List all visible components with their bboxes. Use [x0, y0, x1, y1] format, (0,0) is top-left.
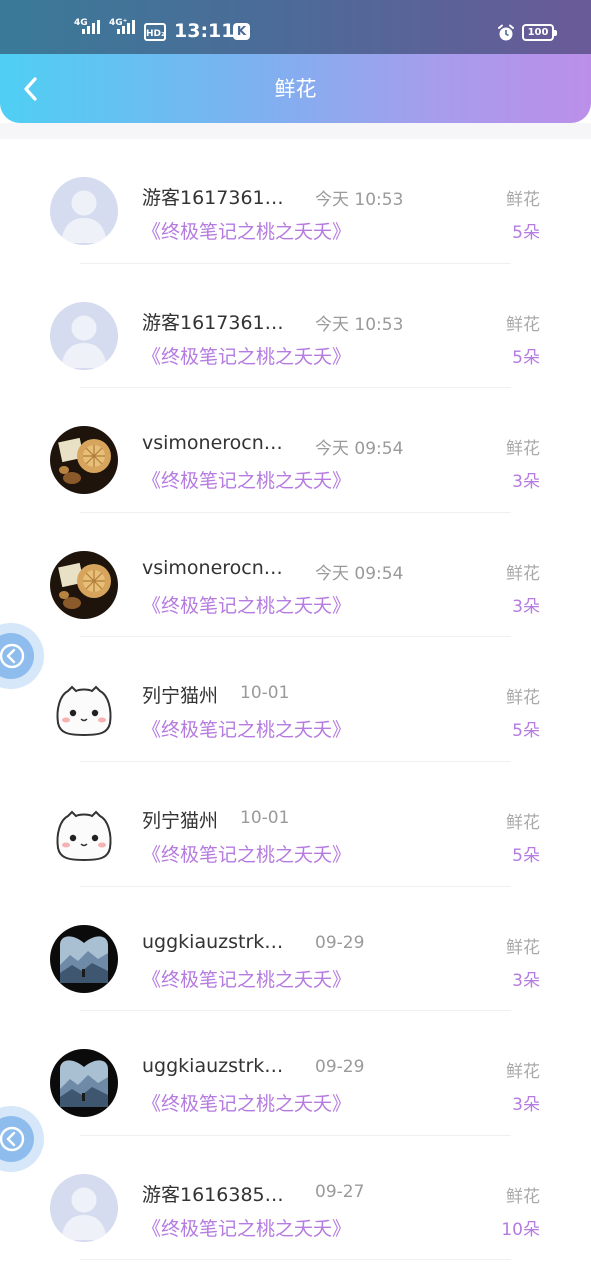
flower-record-row[interactable]: 游客1617361… 今天 10:53 《终极笔记之桃之夭夭》 鲜花 5朵 — [0, 139, 591, 264]
gift-count: 5朵 — [512, 347, 540, 368]
user-avatar[interactable] — [50, 924, 118, 993]
user-name[interactable]: uggkiauzstrk… — [142, 931, 283, 953]
user-avatar[interactable] — [50, 301, 118, 370]
page-title: 鲜花 — [274, 77, 317, 101]
gift-time: 今天 10:53 — [315, 314, 404, 335]
flower-record-row[interactable]: uggkiauzstrk… 09-29 《终极笔记之桃之夭夭》 鲜花 3朵 — [0, 1011, 591, 1136]
user-name[interactable]: 游客1617361… — [142, 308, 284, 335]
gift-time: 今天 09:54 — [315, 439, 404, 460]
collapse-left-icon — [0, 1126, 25, 1152]
user-avatar[interactable] — [50, 177, 118, 245]
book-title-link[interactable]: 《终极笔记之桃之夭夭》 — [142, 715, 351, 742]
gift-count: 5朵 — [512, 223, 540, 243]
status-time: 13:11 — [174, 20, 235, 42]
book-title-link[interactable]: 《终极笔记之桃之夭夭》 — [142, 342, 351, 369]
book-title-link[interactable]: 《终极笔记之桃之夭夭》 — [142, 840, 351, 867]
flower-record-row[interactable]: 游客1617361… 今天 10:53 《终极笔记之桃之夭夭》 鲜花 5朵 — [0, 264, 591, 389]
alarm-icon — [498, 24, 514, 41]
gift-count: 3朵 — [512, 596, 540, 617]
status-bar: 4G 4G⁺ HD₂ 13:11 K 100 — [0, 0, 591, 54]
top-header: 4G 4G⁺ HD₂ 13:11 K 100 鲜花 — [0, 0, 591, 123]
gift-count: 5朵 — [512, 845, 540, 866]
gift-time: 09-29 — [315, 932, 365, 953]
battery-icon: 100 — [522, 24, 557, 41]
user-name[interactable]: 列宁猫州 — [142, 806, 218, 833]
book-title-link[interactable]: 《终极笔记之桃之夭夭》 — [142, 466, 351, 493]
gift-type: 鲜花 — [506, 1186, 540, 1207]
gift-count: 3朵 — [512, 1095, 540, 1116]
collapse-left-icon — [0, 643, 25, 669]
flower-record-list: 游客1617361… 今天 10:53 《终极笔记之桃之夭夭》 鲜花 5朵 游客16173… — [0, 139, 591, 1261]
flower-record-row[interactable]: 列宁猫州 10-01 《终极笔记之桃之夭夭》 鲜花 5朵 — [0, 637, 591, 762]
app-notification-icon: K — [233, 23, 250, 40]
gift-type: 鲜花 — [506, 812, 540, 833]
book-title-link[interactable]: 《终极笔记之桃之夭夭》 — [142, 965, 351, 992]
gift-count: 3朵 — [512, 472, 540, 493]
gift-type: 鲜花 — [506, 937, 540, 958]
signal-icon — [82, 20, 100, 34]
flower-record-row[interactable]: vsimonerocn… 今天 09:54 《终极笔记之桃之夭夭》 鲜花 3朵 — [0, 513, 591, 638]
user-avatar[interactable] — [50, 426, 118, 495]
user-avatar[interactable] — [50, 799, 118, 868]
user-name[interactable]: uggkiauzstrk… — [142, 1055, 283, 1077]
user-name[interactable]: 列宁猫州 — [142, 681, 218, 708]
flower-record-row[interactable]: uggkiauzstrk… 09-29 《终极笔记之桃之夭夭》 鲜花 3朵 — [0, 887, 591, 1012]
book-title-link[interactable]: 《终极笔记之桃之夭夭》 — [142, 217, 351, 244]
gift-time: 今天 09:54 — [315, 563, 404, 584]
user-name[interactable]: vsimonerocn… — [142, 557, 283, 579]
book-title-link[interactable]: 《终极笔记之桃之夭夭》 — [142, 591, 351, 618]
gift-time: 09-27 — [315, 1181, 365, 1202]
gift-time: 09-29 — [315, 1057, 365, 1078]
gift-type: 鲜花 — [506, 1062, 540, 1083]
gift-type: 鲜花 — [506, 314, 540, 335]
book-title-link[interactable]: 《终极笔记之桃之夭夭》 — [142, 1089, 351, 1116]
gift-count: 5朵 — [512, 721, 540, 742]
gift-count: 3朵 — [512, 970, 540, 991]
book-title-link[interactable]: 《终极笔记之桃之夭夭》 — [142, 1214, 351, 1241]
signal-icon-2 — [117, 20, 135, 34]
gift-time: 10-01 — [240, 683, 290, 704]
flower-record-row[interactable]: 列宁猫州 10-01 《终极笔记之桃之夭夭》 鲜花 5朵 — [0, 762, 591, 887]
gift-type: 鲜花 — [506, 688, 540, 709]
user-name[interactable]: 游客1617361… — [142, 183, 284, 210]
row-divider — [80, 1259, 511, 1261]
gift-type: 鲜花 — [506, 563, 540, 584]
user-avatar[interactable] — [50, 1049, 118, 1118]
flower-record-row[interactable]: vsimonerocn… 今天 09:54 《终极笔记之桃之夭夭》 鲜花 3朵 — [0, 388, 591, 513]
user-avatar[interactable] — [50, 550, 118, 619]
header-gap — [0, 123, 591, 139]
gift-count: 10朵 — [501, 1219, 540, 1240]
gift-time: 10-01 — [240, 807, 290, 828]
user-avatar[interactable] — [50, 675, 118, 744]
gift-type: 鲜花 — [506, 190, 540, 210]
flower-record-row[interactable]: 游客1616385… 09-27 《终极笔记之桃之夭夭》 鲜花 10朵 — [0, 1136, 591, 1261]
user-avatar[interactable] — [50, 1173, 118, 1242]
hd-voice-icon: HD₂ — [144, 23, 166, 41]
gift-type: 鲜花 — [506, 439, 540, 460]
gift-time: 今天 10:53 — [315, 190, 404, 210]
user-name[interactable]: vsimonerocn… — [142, 432, 283, 454]
user-name[interactable]: 游客1616385… — [142, 1180, 284, 1207]
